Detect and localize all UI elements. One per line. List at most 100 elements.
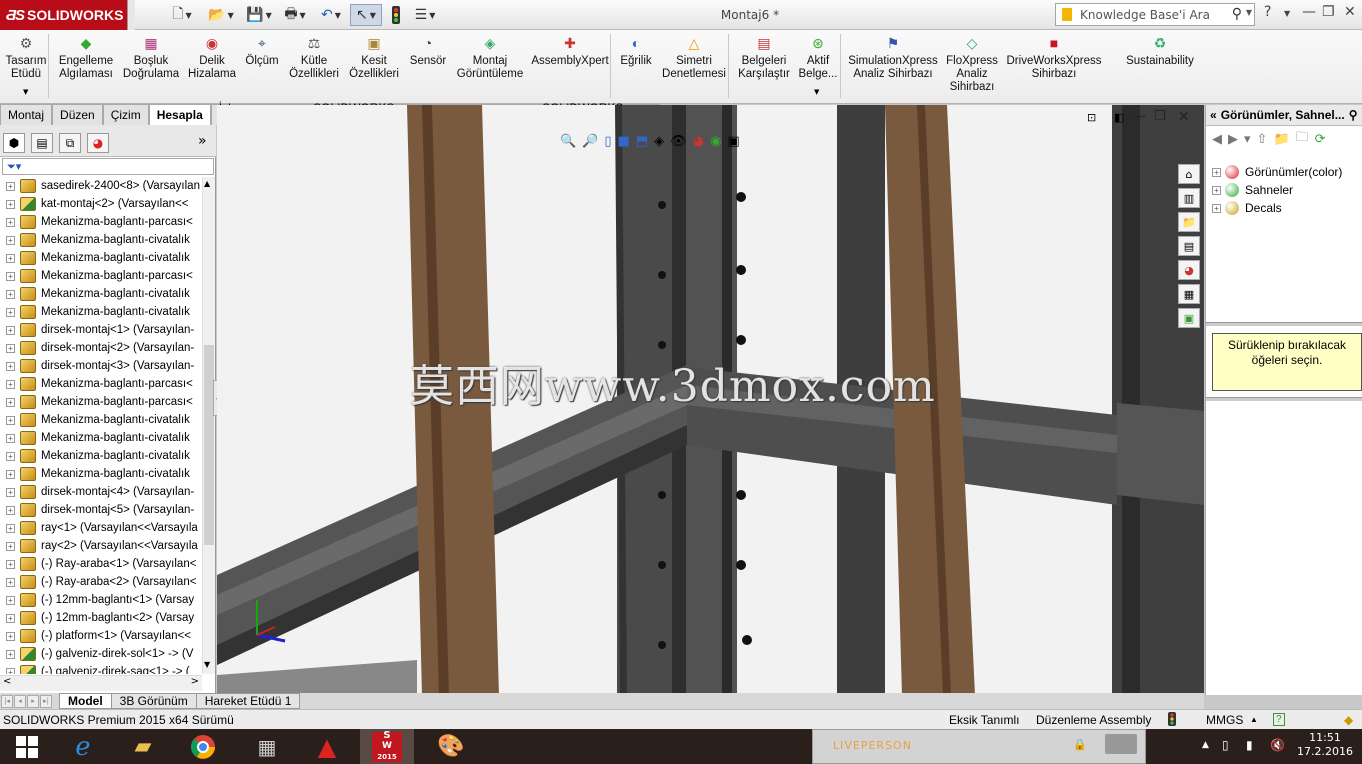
chrome-icon[interactable] [176,729,230,764]
autocad-icon[interactable]: ▲ [300,729,354,764]
tree-node[interactable]: + (-) 12mm-baglantı<2> (Varsay [0,609,202,627]
appearance-node[interactable]: + Görünümler(color) [1212,163,1342,181]
filter-icon[interactable]: ⏷▾ [7,160,21,174]
new-document-icon[interactable]: 🗋 ▼ [170,4,194,26]
expand-icon[interactable]: + [6,613,15,623]
tree-node[interactable]: + (-) platform<1> (Varsayılan<< [0,627,202,645]
menu-expand-arrow[interactable] [127,0,135,30]
view-orientation-icon[interactable]: ⬒ [636,134,648,149]
expand-icon[interactable]: + [6,361,15,371]
knowledge-base-search[interactable]: Knowledge Base'i Ara ⚲ ▼ [1055,3,1255,26]
feature-manager-icon[interactable]: ⬢ [3,133,25,153]
help-dropdown-icon[interactable]: ▼ [1284,9,1290,18]
new-folder-icon[interactable]: 🗀 [1296,128,1309,150]
file-explorer-icon[interactable]: ▰ [116,729,170,764]
tray-device-icon[interactable]: ▯ [1222,738,1229,752]
tree-node[interactable]: + dirsek-montaj<1> (Varsayılan- [0,321,202,339]
expand-icon[interactable]: + [1212,203,1221,213]
tab-çizim[interactable]: Çizim [102,104,149,125]
scroll-down-icon[interactable]: ▼ [204,660,210,669]
expand-icon[interactable]: + [6,505,15,515]
close-icon[interactable]: ✕ [1344,4,1356,20]
tree-node[interactable]: + Mekanizma-baglantı-parcası< [0,267,202,285]
hide-show-icon[interactable]: 👁 [670,134,687,149]
last-tab-icon[interactable]: ▸| [40,694,52,708]
tool-mass-props-button[interactable]: ⚖ Kütle Özellikleri [284,34,344,81]
viewport-toggle-icon[interactable]: ◧ [1114,111,1124,124]
expand-icon[interactable]: + [6,415,15,425]
tool-section-props-button[interactable]: ▣ Kesit Özellikleri [345,34,403,81]
forum-icon[interactable]: ▣ [1178,308,1200,328]
tree-node[interactable]: + Mekanizma-baglantı-civatalık [0,411,202,429]
liveperson-window[interactable]: LIVEPERSON 🔒 [812,729,1146,764]
expand-icon[interactable]: + [6,595,15,605]
expand-icon[interactable]: + [6,253,15,263]
tree-node[interactable]: + ray<1> (Varsayılan<<Varsayıla [0,519,202,537]
tool-simxpress-button[interactable]: ⚑ SimulationXpress Analiz Sihirbazı [846,34,940,81]
tool-compare-button[interactable]: ▤ Belgeleri Karşılaştır [734,34,794,81]
expand-icon[interactable]: + [6,379,15,389]
rebuild-traffic-light-icon[interactable] [388,4,404,26]
view-settings-icon[interactable]: ▣ [727,134,739,149]
view-palette-icon[interactable]: ▤ [1178,236,1200,256]
tree-node[interactable]: + Mekanizma-baglantı-parcası< [0,393,202,411]
expand-panel-icon[interactable]: » [198,133,207,149]
tool-hole-align-button[interactable]: ◉ Delik Hizalama [186,34,238,81]
tray-expand-icon[interactable]: ▲ [1202,740,1209,750]
tree-node[interactable]: + (-) Ray-araba<1> (Varsayılan< [0,555,202,573]
expand-icon[interactable]: + [6,559,15,569]
volume-muted-icon[interactable]: 🔇 [1270,738,1285,752]
tree-hscrollbar[interactable]: < > [0,675,202,691]
expand-icon[interactable]: + [6,181,15,191]
tree-node[interactable]: + Mekanizma-baglantı-parcası< [0,375,202,393]
zoom-area-icon[interactable]: 🔎 [582,134,598,149]
tool-interference-button[interactable]: ◆ Engelleme Algılaması [52,34,120,81]
tool-symmetry-button[interactable]: △ Simetri Denetlemesi [658,34,730,81]
tree-node[interactable]: + dirsek-montaj<5> (Varsayılan- [0,501,202,519]
apply-scene-icon[interactable]: ◉ [710,134,721,149]
expand-icon[interactable]: + [6,199,15,209]
help-icon[interactable]: ? [1264,4,1271,20]
tree-node[interactable]: + dirsek-montaj<3> (Varsayılan- [0,357,202,375]
expand-icon[interactable]: + [6,343,15,353]
refresh-icon[interactable]: ⟳ [1315,132,1326,147]
design-study-dropdown-icon[interactable]: ▼ [23,88,28,96]
windows-start-icon[interactable] [0,729,54,764]
tree-node[interactable]: + Mekanizma-baglantı-civatalık [0,285,202,303]
up-folder-icon[interactable]: ⇧ [1257,132,1268,147]
tab-hesapla[interactable]: Hesapla [148,104,211,125]
first-tab-icon[interactable]: |◂ [1,694,13,708]
property-manager-icon[interactable]: ▤ [31,133,53,153]
tab-düzen[interactable]: Düzen [52,104,103,125]
expand-icon[interactable]: + [6,307,15,317]
tool-assembly-view-button[interactable]: ◈ Montaj Görüntüleme [452,34,528,81]
appearance-node[interactable]: + Decals [1212,199,1282,217]
appearance-node[interactable]: + Sahneler [1212,181,1293,199]
system-clock[interactable]: 11:51 17.2.2016 [1292,731,1358,759]
tree-node[interactable]: + (-) 12mm-baglantı<1> (Varsay [0,591,202,609]
solidworks-logo[interactable]: ƋS SOLIDWORKS [0,0,135,30]
add-folder-icon[interactable]: 📁 [1273,132,1289,147]
tree-scroll-thumb[interactable] [204,345,214,545]
expand-icon[interactable]: + [6,397,15,407]
expand-icon[interactable]: + [6,289,15,299]
expand-icon[interactable]: + [6,523,15,533]
units-selector[interactable]: MMGS [1206,713,1243,727]
expand-icon[interactable]: + [6,271,15,281]
tree-node[interactable]: + Mekanizma-baglantı-civatalık [0,429,202,447]
home-icon[interactable]: ⌂ [1178,164,1200,184]
expand-icon[interactable]: + [6,469,15,479]
search-dropdown-icon[interactable]: ▼ [1246,8,1252,17]
paint-icon[interactable]: 🎨 [424,729,478,764]
file-explorer-icon[interactable]: 📁 [1178,212,1200,232]
viewport-close-icon[interactable]: ✕ [1178,109,1190,125]
select-pointer-icon[interactable]: ↖ ▼ [350,4,382,26]
viewport-restore-icon[interactable]: ❐ [1154,109,1166,124]
tree-node[interactable]: + Mekanizma-baglantı-civatalık [0,465,202,483]
tree-node[interactable]: + (-) galveniz-direk-sag<1> -> ( [0,663,202,674]
undo-icon[interactable]: ↶ ▼ [316,4,346,26]
tree-node[interactable]: + dirsek-montaj<2> (Varsayılan- [0,339,202,357]
expand-icon[interactable]: + [6,451,15,461]
collapse-chevron-icon[interactable]: « [1210,108,1217,122]
rebuild-status-icon[interactable] [1168,712,1176,729]
